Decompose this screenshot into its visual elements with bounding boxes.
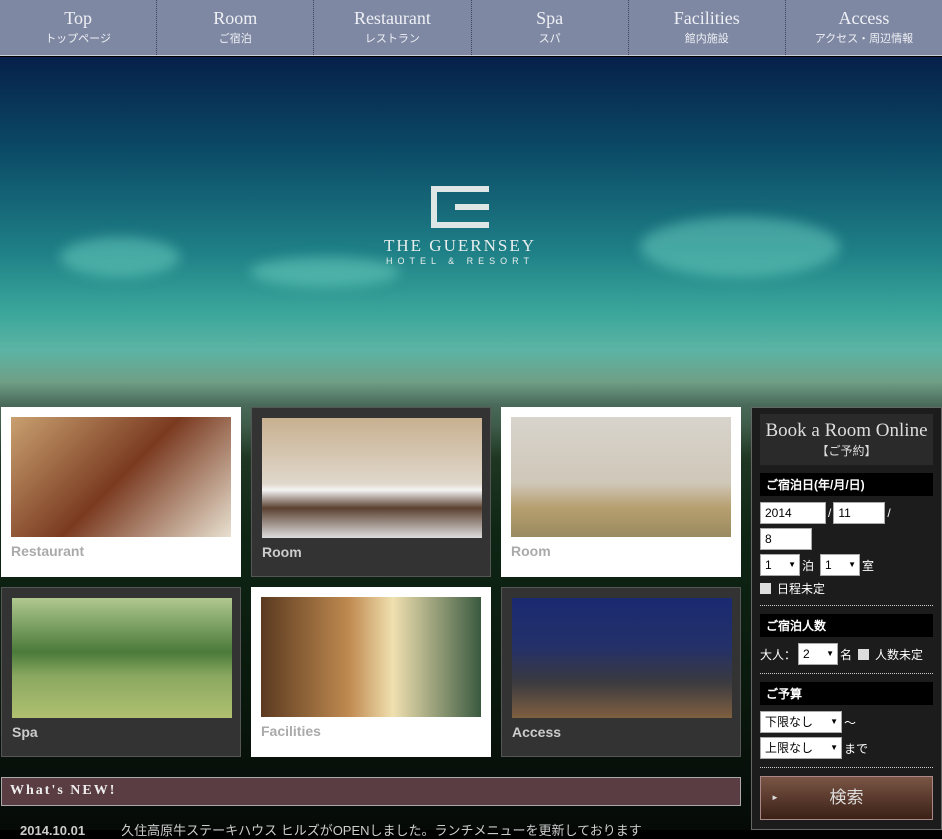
logo-mark-icon (431, 186, 489, 228)
day-input[interactable] (760, 528, 812, 550)
tilde: ～ (844, 715, 857, 730)
undecided-guests-label: 人数未定 (875, 647, 924, 662)
nights-unit: 泊 (802, 558, 815, 573)
card-restaurant[interactable]: Restaurant (1, 407, 241, 577)
nav-label: Restaurant (353, 8, 431, 28)
month-input[interactable] (833, 502, 886, 524)
divider (760, 673, 933, 674)
restaurant-photo (11, 417, 231, 537)
separator: / (828, 506, 832, 520)
whats-new-header: What's NEW! (1, 777, 741, 806)
rooms-unit: 室 (862, 558, 875, 573)
adults-label: 大人： (760, 647, 797, 662)
card-label: Room (511, 543, 551, 559)
search-label: 検索 (829, 788, 864, 807)
nav-label: Room (213, 8, 258, 28)
divider (760, 605, 933, 606)
booking-title: Book a Room Online (765, 420, 928, 441)
card-label: Room (262, 544, 302, 560)
logo-subtitle: HOTEL & RESORT (385, 256, 535, 266)
budget-min-select[interactable]: 下限なし (760, 711, 842, 733)
cloud (640, 217, 840, 277)
card-label: Restaurant (11, 543, 85, 559)
nav-spa[interactable]: Spa スパ (472, 0, 629, 55)
budget-max-select[interactable]: 上限なし (760, 737, 842, 759)
nav-label: Spa (536, 8, 564, 28)
card-label: Spa (12, 724, 38, 740)
news-date: 2014.10.01 (20, 823, 86, 838)
separator: / (887, 506, 891, 520)
nav-top[interactable]: Top トップページ (0, 0, 158, 55)
card-room-1[interactable]: Room (251, 407, 491, 577)
nav-facilities[interactable]: Facilities 館内施設 (629, 0, 786, 55)
main-nav: Top トップページ Room ご宿泊 Restaurant レストラン Spa スパ … (0, 0, 942, 56)
room-photo (511, 417, 731, 537)
spa-photo (12, 598, 232, 718)
year-input[interactable] (760, 502, 826, 524)
nav-sublabel: ご宿泊 (218, 33, 252, 45)
budget-max-suffix: まで (844, 741, 869, 756)
nav-room[interactable]: Room ご宿泊 (157, 0, 315, 55)
adults-select[interactable]: 2 (798, 643, 839, 665)
nav-label: Facilities (673, 8, 740, 28)
nav-label: Access (838, 8, 890, 28)
news-text: 久住高原牛ステーキハウス ヒルズがOPENしました。ランチメニューを更新しており… (121, 823, 642, 838)
nav-restaurant[interactable]: Restaurant レストラン (314, 0, 472, 55)
rooms-select[interactable]: 1 (820, 554, 861, 576)
logo-name: THE GUERNSEY (384, 236, 536, 255)
budget-section-label: ご予算 (760, 682, 933, 705)
undecided-guests-checkbox[interactable] (858, 648, 870, 660)
cloud (60, 237, 180, 277)
arrow-right-icon: ► (771, 793, 779, 802)
card-access[interactable]: Access (501, 587, 741, 757)
nights-select[interactable]: 1 (760, 554, 800, 576)
booking-panel: Book a Room Online 【ご予約】 ご宿泊日(年/月/日) / / 1… (751, 407, 942, 830)
divider (760, 767, 933, 768)
card-spa[interactable]: Spa (1, 587, 241, 757)
facilities-photo (261, 597, 481, 717)
nav-sublabel: アクセス・周辺情報 (814, 33, 914, 45)
access-photo (512, 598, 732, 718)
nav-sublabel: レストラン (364, 33, 420, 45)
nav-label: Top (64, 8, 92, 28)
adults-unit: 名 (840, 647, 853, 662)
undecided-date-label: 日程未定 (777, 582, 826, 596)
card-facilities[interactable]: Facilities (251, 587, 491, 757)
booking-header: Book a Room Online 【ご予約】 (760, 414, 933, 465)
room-photo (262, 418, 482, 538)
nav-sublabel: スパ (538, 33, 561, 45)
booking-subtitle: 【ご予約】 (816, 444, 877, 458)
nav-sublabel: 館内施設 (684, 33, 729, 45)
card-label: Facilities (261, 723, 321, 739)
nav-sublabel: トップページ (45, 33, 111, 45)
search-button[interactable]: ► 検索 (760, 776, 933, 820)
nav-access[interactable]: Access アクセス・周辺情報 (786, 0, 942, 55)
guests-section-label: ご宿泊人数 (760, 614, 933, 637)
card-room-2[interactable]: Room (501, 407, 741, 577)
card-label: Access (512, 724, 562, 740)
date-section-label: ご宿泊日(年/月/日) (760, 473, 933, 496)
undecided-date-checkbox[interactable] (760, 583, 771, 594)
hotel-logo[interactable]: THE GUERNSEY HOTEL & RESORT (370, 186, 550, 266)
